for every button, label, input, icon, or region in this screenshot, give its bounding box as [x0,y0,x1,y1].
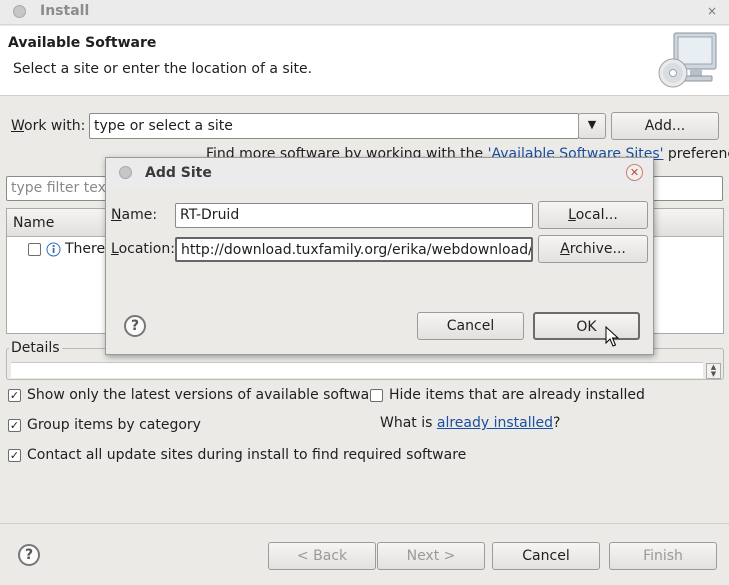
site-name-input[interactable]: RT-Druid [175,203,533,228]
show-latest-label: Show only the latest versions of availab… [27,387,384,403]
dialog-cancel-button[interactable]: Cancel [417,312,524,340]
group-by-category-checkbox[interactable]: ✓ [8,419,21,432]
window-close-icon[interactable]: × [704,3,720,19]
details-text [11,362,703,378]
dialog-titlebar: Add Site ✕ [106,158,653,188]
finish-button[interactable]: Finish [609,542,717,570]
dialog-location-label: Location: [111,241,175,257]
contact-sites-checkbox[interactable]: ✓ [8,449,21,462]
dialog-ok-button[interactable]: OK [533,312,640,340]
help-icon[interactable]: ? [18,544,40,566]
cancel-button[interactable]: Cancel [492,542,600,570]
archive-button[interactable]: Archive... [538,235,648,263]
hide-installed-label: Hide items that are already installed [389,387,645,403]
details-scrollbar[interactable]: ▲ ▼ [706,363,721,379]
already-installed-link[interactable]: already installed [437,415,553,431]
dialog-close-icon[interactable]: ✕ [626,164,643,181]
footer-divider [0,523,729,524]
row-label: There [65,241,106,257]
add-site-dialog: Add Site ✕ Name: RT-Druid Local... Locat… [105,157,654,355]
contact-sites-label: Contact all update sites during install … [27,447,467,463]
back-button[interactable]: < Back [268,542,376,570]
next-button[interactable]: Next > [377,542,485,570]
dialog-menu-icon[interactable] [119,166,132,179]
dialog-title: Add Site [145,165,212,181]
add-site-button[interactable]: Add... [611,112,719,140]
page-title: Available Software [8,35,157,51]
local-button[interactable]: Local... [538,201,648,229]
hide-installed-checkbox[interactable] [370,389,383,402]
dialog-name-label: Name: [111,207,158,223]
work-with-label: Work with: [11,118,86,134]
header-banner: Available Software Select a site or ente… [0,26,729,96]
work-with-input[interactable]: type or select a site [89,113,579,139]
site-location-input[interactable]: http://download.tuxfamily.org/erika/webd… [175,237,533,262]
info-icon [46,242,61,257]
work-with-dropdown-button[interactable]: ▼ [578,113,606,139]
window-title: Install [40,3,90,19]
column-name-header[interactable]: Name [13,215,54,231]
details-label: Details [9,340,62,356]
monitor-cd-icon [658,32,717,88]
what-is-installed-text: What is already installed? [380,415,561,431]
row-checkbox[interactable] [28,243,41,256]
dialog-help-icon[interactable]: ? [124,315,146,337]
mouse-cursor-icon [605,326,619,347]
window-menu-icon[interactable] [13,5,26,18]
page-subtitle: Select a site or enter the location of a… [13,61,313,77]
chevron-down-icon: ▼ [587,118,597,131]
window-titlebar: Install × [0,0,729,25]
show-latest-checkbox[interactable]: ✓ [8,389,21,402]
group-by-category-label: Group items by category [27,417,201,433]
